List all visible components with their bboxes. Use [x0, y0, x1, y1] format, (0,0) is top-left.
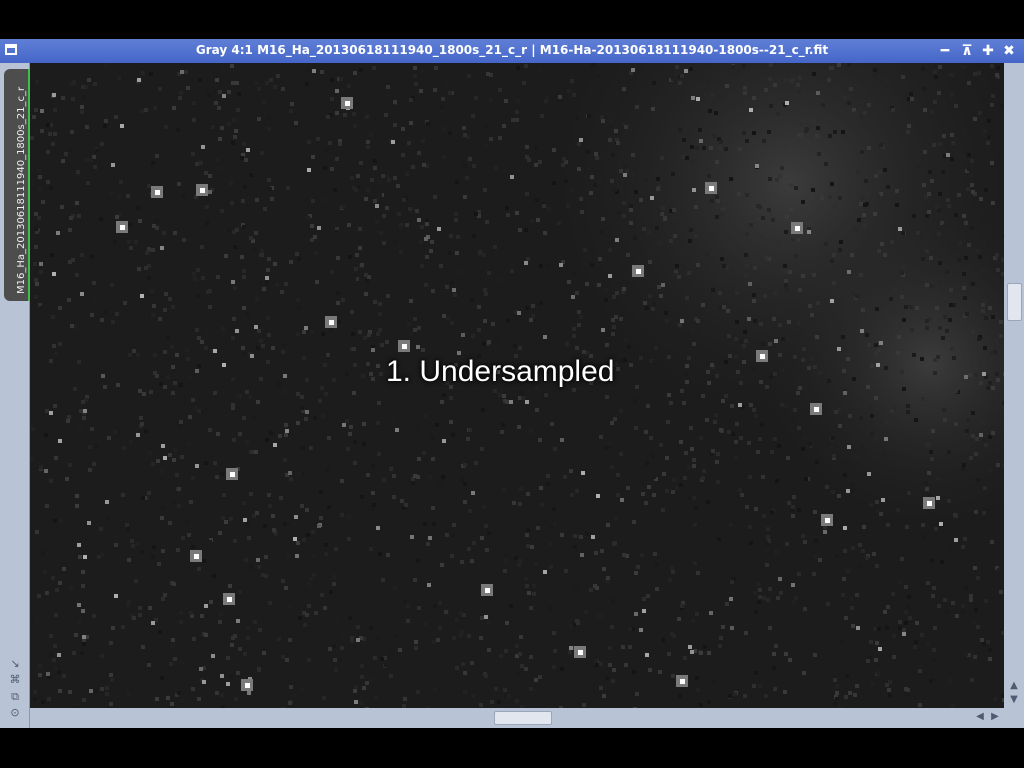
image-window: Gray 4:1 M16_Ha_20130618111940_1800s_21_…: [0, 39, 1024, 728]
target-icon[interactable]: ⊙: [8, 706, 22, 720]
scroll-left-arrow-icon[interactable]: ◀: [973, 711, 987, 723]
image-identifier-tab[interactable]: M16_Ha_20130618111940_1800s_21_c_r: [4, 69, 30, 301]
resize-icon[interactable]: ↘: [8, 657, 22, 671]
maximize-button[interactable]: ✚: [979, 41, 997, 61]
minimize-button[interactable]: ━: [936, 41, 954, 61]
shade-button[interactable]: ⊼: [958, 41, 976, 61]
overlay-caption: 1. Undersampled: [386, 355, 615, 388]
scroll-down-arrow-icon[interactable]: ▼: [1007, 694, 1021, 706]
fit-icon[interactable]: ⌘: [8, 673, 22, 687]
scroll-right-arrow-icon[interactable]: ▶: [988, 711, 1002, 723]
vertical-scrollbar[interactable]: ▲ ▼: [1004, 63, 1024, 708]
image-identifier-label: M16_Ha_20130618111940_1800s_21_c_r: [16, 86, 27, 294]
horizontal-scrollbar[interactable]: ◀ ▶: [30, 708, 1004, 728]
scroll-up-arrow-icon[interactable]: ▲: [1007, 680, 1021, 692]
clone-icon[interactable]: ⧉: [8, 690, 22, 704]
image-viewport[interactable]: 1. Undersampled: [30, 63, 1004, 708]
vertical-scroll-thumb[interactable]: [1007, 283, 1022, 321]
close-button[interactable]: ✖: [1000, 41, 1018, 61]
horizontal-scroll-thumb[interactable]: [494, 711, 552, 725]
left-toolbar: M16_Ha_20130618111940_1800s_21_c_r ↘ ⌘ ⧉…: [0, 63, 30, 728]
title-bar[interactable]: Gray 4:1 M16_Ha_20130618111940_1800s_21_…: [0, 39, 1024, 63]
window-title: Gray 4:1 M16_Ha_20130618111940_1800s_21_…: [195, 43, 829, 57]
